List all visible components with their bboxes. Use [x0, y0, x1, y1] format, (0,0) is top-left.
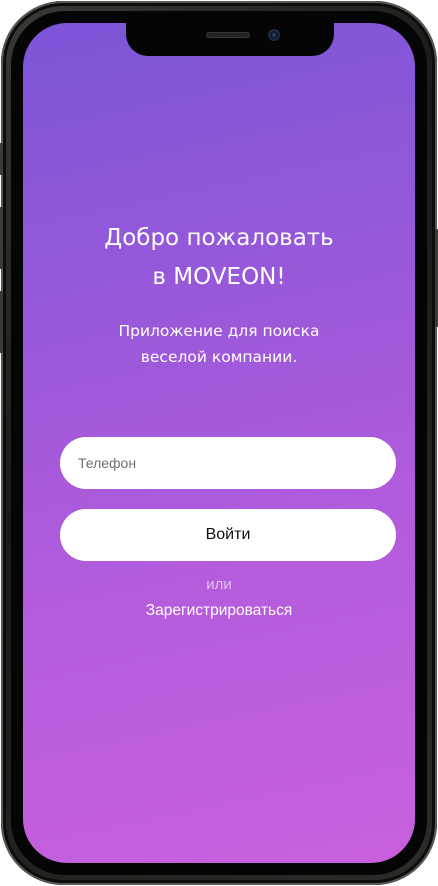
mute-switch [0, 143, 3, 175]
or-separator: или [206, 576, 232, 593]
welcome-title-line-1: Добро пожаловать [104, 225, 334, 251]
screen-bezel: Добро пожаловать в MOVEON! Приложение дл… [11, 11, 427, 875]
app-description-line-1: Приложение для поиска [118, 322, 320, 340]
login-button[interactable]: Войти [60, 509, 396, 561]
volume-up-button [0, 207, 3, 269]
phone-input[interactable] [60, 437, 396, 489]
app-description-line-2: веселой компании. [140, 348, 298, 366]
welcome-title-line-2: в MOVEON! [152, 264, 286, 290]
speaker-icon [206, 32, 250, 38]
notch [126, 23, 334, 56]
register-link[interactable]: Зарегистрироваться [23, 600, 415, 622]
camera-icon [268, 29, 280, 41]
volume-down-button [0, 291, 3, 353]
app-screen: Добро пожаловать в MOVEON! Приложение дл… [23, 23, 415, 863]
phone-frame: Добро пожаловать в MOVEON! Приложение дл… [0, 1, 438, 885]
